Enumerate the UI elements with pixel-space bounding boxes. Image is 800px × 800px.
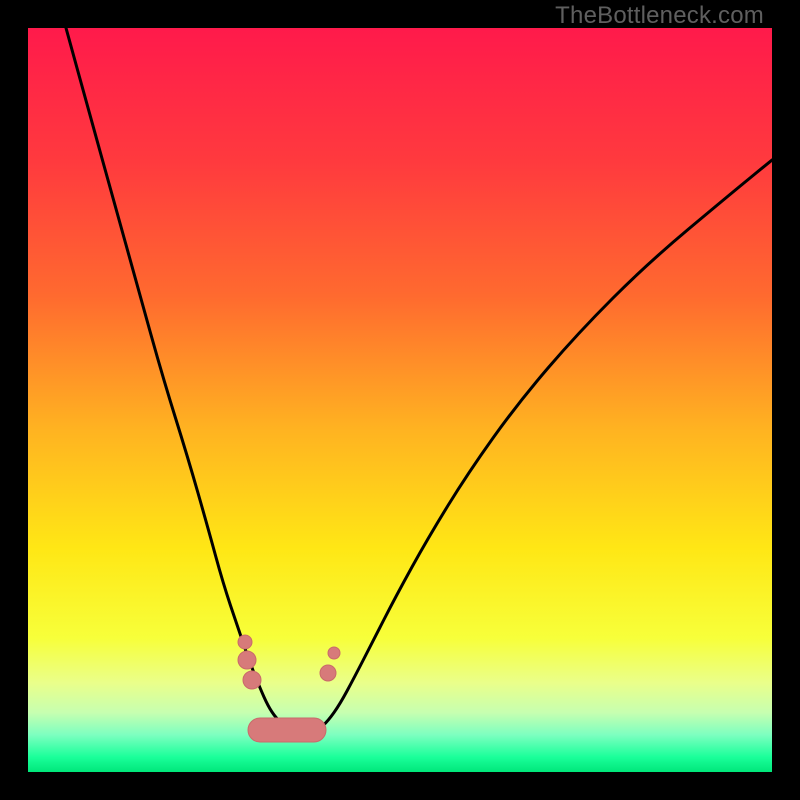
watermark-text: TheBottleneck.com	[555, 2, 764, 30]
marker-circle-5	[328, 647, 340, 659]
plot-area	[28, 28, 772, 772]
outer-frame: TheBottleneck.com	[0, 0, 800, 800]
chart-curves	[28, 28, 772, 772]
marker-circle-2	[243, 671, 261, 689]
marker-capsule-3	[248, 718, 326, 742]
curve-left-curve	[66, 28, 318, 731]
marker-circle-1	[238, 651, 256, 669]
curve-right-curve	[318, 160, 772, 730]
marker-circle-0	[238, 635, 252, 649]
marker-circle-4	[320, 665, 336, 681]
